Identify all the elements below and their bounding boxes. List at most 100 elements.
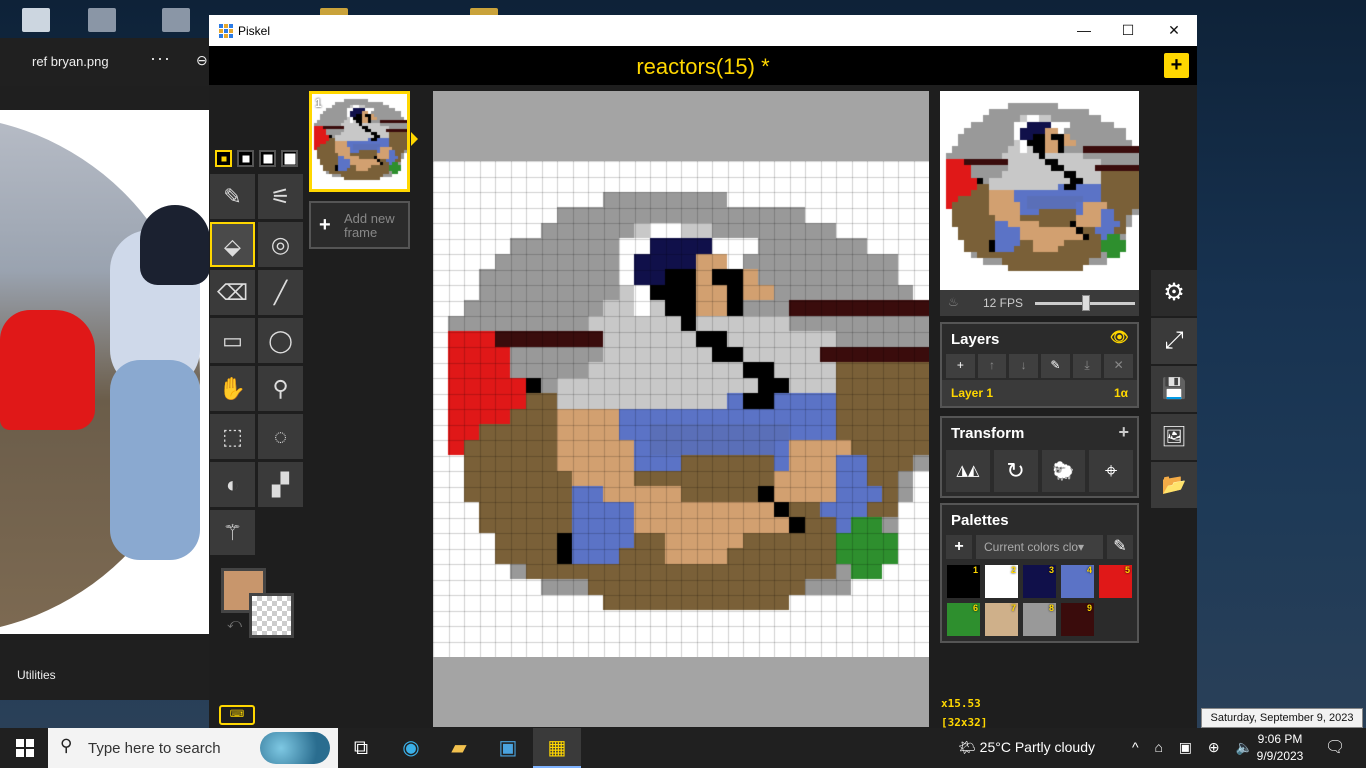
palette-color-swatch[interactable]: 5	[1099, 565, 1132, 598]
flip-icon[interactable]: ◮◭	[946, 450, 990, 492]
lasso-selection-tool[interactable]: ◌	[258, 414, 303, 459]
palette-color-swatch[interactable]: 4	[1061, 565, 1094, 598]
new-sprite-button[interactable]: +	[1164, 53, 1189, 78]
move-layer-down-button[interactable]: ↓	[1009, 354, 1039, 378]
layer-opacity[interactable]: 1α	[1114, 386, 1128, 400]
shape-selection-tool[interactable]: ⚲	[258, 366, 303, 411]
onion-skin-icon[interactable]: ♨	[948, 295, 959, 309]
add-icon: +	[319, 214, 331, 236]
settings-sidebar: ⚙ ⤢ 💾 🖼 📂	[1151, 270, 1197, 510]
rectangle-selection-tool[interactable]: ⬚	[210, 414, 255, 459]
resize-icon[interactable]: ⤢	[1151, 318, 1197, 364]
search-highlight-icon[interactable]	[260, 732, 330, 764]
layer-name: Layer 1	[951, 386, 994, 400]
taskbar-search-box[interactable]: ⚲ Type here to search	[48, 728, 338, 768]
toggle-layer-visibility-icon[interactable]: 👁	[1110, 328, 1129, 346]
date-tooltip: Saturday, September 9, 2023	[1201, 708, 1363, 728]
pen-size-2-button[interactable]	[237, 150, 254, 167]
palette-swatches: 1 2 3 4 5 6 7 8 9	[942, 559, 1137, 642]
pen-size-4-button[interactable]	[281, 150, 298, 167]
close-button[interactable]: ✕	[1159, 21, 1189, 41]
palette-color-swatch[interactable]: 9	[1061, 603, 1094, 636]
more-options-button[interactable]: ···	[150, 48, 171, 69]
move-layer-up-button[interactable]: ↑	[977, 354, 1007, 378]
circle-tool[interactable]: ◯	[258, 318, 303, 363]
move-tool[interactable]: ✋	[210, 366, 255, 411]
palette-color-number: 5	[1124, 565, 1130, 575]
frame-preview-canvas	[312, 94, 407, 189]
frame-thumbnail[interactable]: 1	[309, 91, 410, 192]
edit-palette-button[interactable]: ✎	[1107, 535, 1133, 559]
zoom-level: x15.53	[941, 697, 981, 710]
document-title: reactors(15) *	[636, 54, 770, 79]
scanner-shortcut-icon[interactable]	[88, 8, 116, 32]
eraser-tool[interactable]: ⌫	[210, 270, 255, 315]
recycle-bin-icon[interactable]	[22, 8, 50, 32]
piskel-logo-icon	[219, 24, 233, 38]
notifications-icon[interactable]: 🗨	[1325, 737, 1345, 757]
maximize-button[interactable]: ☐	[1113, 21, 1143, 41]
minimize-button[interactable]: —	[1069, 21, 1099, 41]
transform-expand-icon[interactable]: +	[1118, 422, 1129, 443]
paint-same-color-tool[interactable]: ◎	[258, 222, 303, 267]
export-image-icon[interactable]: 🖼	[1151, 414, 1197, 460]
right-panel: ♨ 12 FPS Layers 👁 + ↑ ↓ ✎ ⤓ ✕ Layer 1 1α	[939, 85, 1139, 729]
add-layer-button[interactable]: +	[946, 354, 975, 378]
fps-slider-handle[interactable]	[1082, 295, 1090, 311]
clone-sheep-icon[interactable]: 🐑	[1041, 450, 1086, 492]
palette-select[interactable]: Current colors clo▾	[976, 535, 1103, 559]
layer-item[interactable]: Layer 1 1α	[942, 380, 1137, 406]
add-palette-button[interactable]: +	[946, 535, 972, 559]
palette-color-number: 6	[972, 603, 978, 613]
color-picker-tool[interactable]: ⚚	[210, 510, 255, 555]
edit-layer-button[interactable]: ✎	[1041, 354, 1070, 378]
piskel-taskbar-icon[interactable]: ▦	[533, 728, 581, 768]
palette-color-swatch[interactable]: 3	[1023, 565, 1056, 598]
edge-browser-icon[interactable]: ◉	[387, 728, 435, 768]
swap-colors-icon[interactable]: ⤺	[227, 615, 242, 632]
open-folder-icon[interactable]: 📂	[1151, 462, 1197, 508]
piskel-window: Piskel — ☐ ✕ reactors(15) * + ✎ ⚟ ⬙ ◎ ⌫ ╱ ▭ ◯ ✋ ⚲…	[209, 15, 1197, 729]
pen-size-3-button[interactable]	[259, 150, 276, 167]
rectangle-tool[interactable]: ▭	[210, 318, 255, 363]
palette-color-swatch[interactable]: 1	[947, 565, 980, 598]
taskbar-clock[interactable]: 9:06 PM 9/9/2023	[1250, 731, 1310, 765]
pen-tool[interactable]: ✎	[210, 174, 255, 219]
palette-color-swatch[interactable]: 6	[947, 603, 980, 636]
windows-start-icon[interactable]	[16, 739, 34, 757]
photos-app-icon[interactable]: ▣	[484, 728, 532, 768]
mirror-pen-tool[interactable]: ⚟	[258, 174, 303, 219]
scanner-shortcut-icon[interactable]	[162, 8, 190, 32]
paint-bucket-tool[interactable]: ⬙	[210, 222, 255, 267]
palettes-panel: Palettes + Current colors clo▾ ✎ 1 2 3 4 5 6 7…	[940, 503, 1139, 643]
task-view-icon[interactable]: ⧉	[337, 728, 385, 768]
keyboard-shortcuts-icon[interactable]: ⌨	[219, 705, 255, 725]
secondary-color-swatch[interactable]	[249, 593, 294, 638]
palette-color-number: 4	[1086, 565, 1092, 575]
zoom-out-icon[interactable]: ⊖	[196, 52, 208, 69]
clock-time: 9:06 PM	[1257, 732, 1303, 746]
file-explorer-icon[interactable]: ▰	[435, 728, 483, 768]
stroke-tool[interactable]: ╱	[258, 270, 303, 315]
merge-layer-button[interactable]: ⤓	[1072, 354, 1102, 378]
add-new-frame-button[interactable]: + Add new frame	[309, 201, 410, 249]
system-tray[interactable]: ^ ⌂ ▣ ⊕ 🔈	[1132, 739, 1259, 756]
app-header: reactors(15) * +	[209, 46, 1197, 85]
palette-color-swatch[interactable]: 8	[1023, 603, 1056, 636]
delete-layer-button[interactable]: ✕	[1104, 354, 1134, 378]
transform-panel: Transform + ◮◭ ↻ 🐑 ⌖	[940, 416, 1139, 498]
lighten-tool[interactable]: ◐	[210, 462, 255, 507]
weather-widget[interactable]: 🌤 25°C Partly cloudy	[958, 739, 1095, 756]
dithering-tool[interactable]: ▞	[258, 462, 303, 507]
pen-size-1-button[interactable]	[215, 150, 232, 167]
palette-color-swatch[interactable]: 7	[985, 603, 1018, 636]
current-frame-marker	[411, 132, 418, 146]
fps-control: ♨ 12 FPS	[940, 290, 1139, 316]
drawing-canvas[interactable]	[433, 161, 929, 657]
rotate-icon[interactable]: ↻	[993, 450, 1038, 492]
palette-color-number: 2	[1010, 565, 1016, 575]
palette-color-swatch[interactable]: 2	[985, 565, 1018, 598]
save-icon[interactable]: 💾	[1151, 366, 1197, 412]
settings-icon[interactable]: ⚙	[1151, 270, 1197, 316]
center-icon[interactable]: ⌖	[1089, 450, 1133, 492]
